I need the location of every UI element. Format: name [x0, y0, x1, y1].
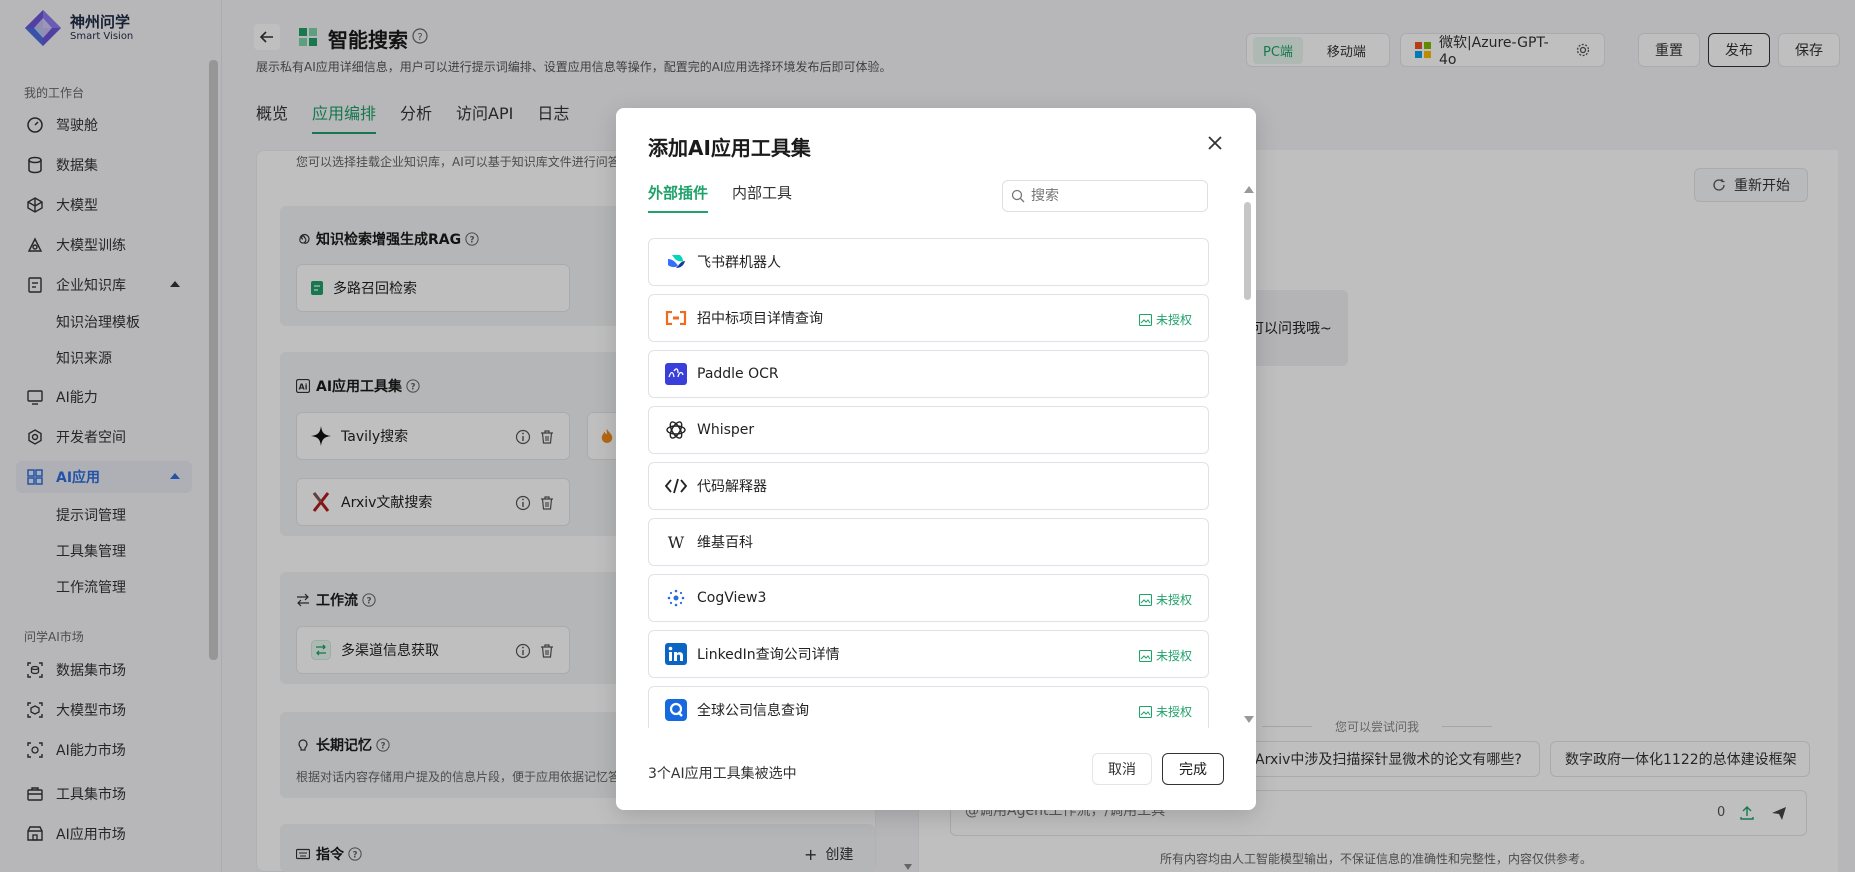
- close-icon[interactable]: [1206, 134, 1224, 152]
- tool-item-linkedin[interactable]: LinkedIn查询公司详情 未授权: [648, 630, 1209, 678]
- unauthorized-badge: 未授权: [1138, 703, 1192, 720]
- search-box: [1002, 180, 1208, 212]
- svg-text:W: W: [668, 534, 685, 550]
- tool-name: 代码解释器: [697, 479, 767, 495]
- feishu-icon: [665, 251, 687, 273]
- tool-name: 飞书群机器人: [697, 255, 781, 271]
- tool-name: LinkedIn查询公司详情: [697, 647, 840, 663]
- company-search-icon: [665, 699, 687, 721]
- modal-scroll-down-icon[interactable]: [1244, 716, 1254, 723]
- search-input[interactable]: [1031, 188, 1191, 204]
- wikipedia-icon: W: [665, 531, 687, 553]
- tab-external-plugins[interactable]: 外部插件: [648, 182, 709, 213]
- search-icon: [1011, 189, 1025, 203]
- tool-item-whisper[interactable]: Whisper: [648, 406, 1209, 454]
- unauthorized-badge: 未授权: [1138, 591, 1192, 608]
- tool-item-code-interpreter[interactable]: 代码解释器: [648, 462, 1209, 510]
- tool-item-wikipedia[interactable]: W 维基百科: [648, 518, 1209, 566]
- cancel-button[interactable]: 取消: [1092, 753, 1152, 785]
- tool-item-bid-query[interactable]: 招中标项目详情查询 未授权: [648, 294, 1209, 342]
- add-toolset-modal: 添加AI应用工具集 外部插件 内部工具 飞书群机器人 招中标项目详情查询 未授权…: [616, 108, 1256, 810]
- image-icon: [1138, 649, 1152, 662]
- tool-item-paddle-ocr[interactable]: Paddle OCR: [648, 350, 1209, 398]
- tool-name: 全球公司信息查询: [697, 703, 809, 719]
- image-icon: [1138, 593, 1152, 606]
- unauthorized-badge: 未授权: [1138, 311, 1192, 328]
- tool-item-feishu[interactable]: 飞书群机器人: [648, 238, 1209, 286]
- paddle-ocr-icon: [665, 363, 687, 385]
- modal-title: 添加AI应用工具集: [648, 136, 811, 160]
- done-button[interactable]: 完成: [1162, 753, 1224, 785]
- linkedin-icon: [665, 643, 687, 665]
- bid-icon: [665, 307, 687, 329]
- cogview-icon: [665, 587, 687, 609]
- selected-count: 3个AI应用工具集被选中: [648, 766, 797, 782]
- tool-name: Whisper: [697, 422, 755, 438]
- openai-icon: [665, 419, 687, 441]
- image-icon: [1138, 705, 1152, 718]
- tool-name: Paddle OCR: [697, 366, 779, 382]
- tool-item-company-search[interactable]: 全球公司信息查询 未授权: [648, 686, 1209, 734]
- tool-item-cogview3[interactable]: CogView3 未授权: [648, 574, 1209, 622]
- modal-scroll-up-icon[interactable]: [1244, 186, 1254, 193]
- modal-tabs: 外部插件 内部工具: [648, 182, 816, 213]
- unauthorized-badge: 未授权: [1138, 647, 1192, 664]
- image-icon: [1138, 313, 1152, 326]
- tab-internal-tools[interactable]: 内部工具: [732, 182, 792, 213]
- tool-name: 维基百科: [697, 535, 753, 551]
- tool-name: CogView3: [697, 590, 767, 606]
- modal-scrollbar[interactable]: [1244, 202, 1251, 300]
- tool-name: 招中标项目详情查询: [697, 311, 823, 327]
- code-icon: [665, 475, 687, 497]
